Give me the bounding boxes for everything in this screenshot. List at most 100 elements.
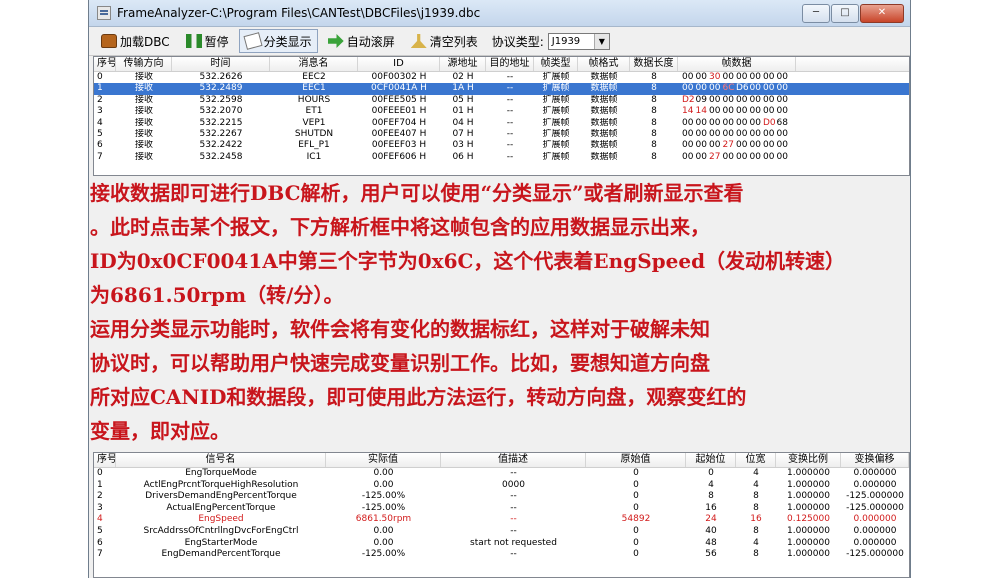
signal-row[interactable]: 6 EngStarterMode 0.00 start not requested 0 4… — [94, 538, 909, 550]
protocol-select[interactable]: J1939 ▼ — [547, 32, 610, 50]
data-byte: 00 — [763, 151, 775, 162]
classify-display-button[interactable]: 分类显示 — [238, 29, 318, 53]
data-byte: 00 — [709, 117, 721, 128]
frame-cell-dst: -- — [506, 117, 514, 128]
signal-cell-idx: 4 — [97, 514, 103, 525]
frame-col-header[interactable]: 帧数据 — [678, 57, 796, 71]
frame-cell-dst: -- — [506, 128, 514, 139]
signal-cell-idx: 7 — [97, 549, 103, 560]
close-button[interactable]: ✕ — [860, 3, 904, 23]
frame-cell-id: 0CF0041A H — [371, 83, 427, 94]
frame-col-header[interactable]: 传输方向 — [116, 57, 172, 71]
frame-cell-dst: -- — [506, 83, 514, 94]
auto-scroll-label: 自动滚屏 — [346, 34, 395, 49]
signal-row[interactable]: 5 SrcAddrssOfCntrllngDvcForEngCtrl 0.00 -- 0… — [94, 526, 909, 538]
frame-cell-id: 00FEE407 H — [371, 128, 427, 139]
signal-col-header[interactable]: 变换比例 — [776, 453, 841, 467]
frame-cell-fmt: 数据帧 — [590, 94, 618, 105]
frame-row[interactable]: 7 接收 532.2458 IC1 00FEF606 H 06 H -- 扩展帧 数据帧 8 00 0… — [94, 152, 909, 163]
data-byte: D6 — [736, 83, 749, 94]
frame-cell-src: 03 H — [452, 140, 474, 151]
data-byte: 14 — [682, 106, 694, 117]
frame-cell-len: 8 — [651, 83, 657, 94]
maximize-button[interactable]: □ — [831, 3, 859, 23]
frame-list[interactable]: 序号 传输方向 时间 消息名 ID 源地址 目的地址 帧类型 帧格式 数据长度 帧数据 0 接收 532… — [93, 56, 910, 176]
frame-col-header[interactable]: 数据长度 — [630, 57, 678, 71]
pause-icon — [185, 34, 202, 48]
frame-row[interactable]: 5 接收 532.2267 SHUTDN 00FEE407 H 07 H -- 扩展帧 数据帧 8… — [94, 129, 909, 140]
signal-col-header[interactable]: 位宽 — [736, 453, 776, 467]
frame-col-header[interactable]: 时间 — [172, 57, 270, 71]
signal-col-header[interactable]: 实际值 — [326, 453, 441, 467]
signal-col-header[interactable]: 起始位 — [686, 453, 736, 467]
signal-cell-desc: -- — [510, 525, 517, 536]
frame-col-header[interactable]: 消息名 — [270, 57, 358, 71]
frame-cell-type: 扩展帧 — [542, 106, 570, 117]
frame-row[interactable]: 3 接收 532.2070 ET1 00FEEE01 H 01 H -- 扩展帧 数据帧 8 14 1… — [94, 106, 909, 117]
frame-cell-data: 00 00 30 00 00 00 00 00 — [678, 72, 796, 83]
data-byte: 00 — [776, 140, 788, 151]
signal-col-header[interactable]: 变换偏移 — [841, 453, 909, 467]
signal-row[interactable]: 1 ActlEngPrcntTorqueHighResolution 0.00 000… — [94, 480, 909, 492]
frame-cell-idx: 5 — [97, 128, 103, 139]
signal-cell-name: EngStarterMode — [184, 537, 258, 548]
frame-cell-id: 00F00302 H — [371, 72, 427, 82]
load-dbc-label: 加载DBC — [120, 34, 170, 49]
frame-col-header[interactable]: 帧类型 — [534, 57, 578, 71]
frame-cell-dir: 接收 — [134, 140, 153, 151]
signal-cell-offset: -125.000000 — [846, 491, 904, 502]
signal-cell-scale: 1.000000 — [787, 491, 830, 502]
signal-row[interactable]: 0 EngTorqueMode 0.00 -- 0 0 4 1.000000 0.000000 — [94, 468, 909, 480]
frame-row[interactable]: 6 接收 532.2422 EFL_P1 00FEEF03 H 03 H -- 扩展帧 数据帧 8… — [94, 140, 909, 151]
data-byte: 00 — [722, 94, 734, 105]
signal-col-header[interactable]: 原始值 — [586, 453, 686, 467]
frame-cell-src: 1A H — [452, 83, 474, 94]
signal-cell-raw: 0 — [633, 502, 639, 513]
data-byte: 00 — [682, 72, 694, 82]
auto-scroll-button[interactable]: 自动滚屏 — [322, 29, 401, 53]
frame-row[interactable]: 2 接收 532.2598 HOURS 00FEE505 H 05 H -- 扩展帧 数据帧 8 D… — [94, 95, 909, 106]
data-byte: 00 — [763, 72, 775, 82]
signal-list[interactable]: 序号 信号名 实际值 值描述 原始值 起始位 位宽 变换比例 变换偏移 0 EngTorqueMo… — [93, 452, 910, 578]
signal-row[interactable]: 7 EngDemandPercentTorque -125.00% -- 0 56 8 1.0… — [94, 549, 909, 561]
data-byte: 00 — [709, 106, 721, 117]
data-byte: 00 — [682, 117, 694, 128]
minimize-button[interactable]: ─ — [802, 3, 830, 23]
signal-col-header[interactable]: 信号名 — [116, 453, 326, 467]
frame-col-header[interactable]: 目的地址 — [486, 57, 534, 71]
frame-col-header[interactable]: 帧格式 — [578, 57, 630, 71]
frame-row[interactable]: 1 接收 532.2489 EEC1 0CF0041A H 1A H -- 扩展帧 数据帧 8 00… — [94, 83, 909, 95]
frame-cell-data: 00 00 00 00 00 00 00 00 — [678, 129, 796, 140]
frame-row[interactable]: 4 接收 532.2215 VEP1 00FEF704 H 04 H -- 扩展帧 数据帧 8 00… — [94, 118, 909, 129]
signal-row[interactable]: 4 EngSpeed 6861.50rpm -- 54892 24 16 0.125000 0.… — [94, 514, 909, 526]
frame-cell-dir: 接收 — [134, 117, 153, 128]
data-byte: 00 — [695, 140, 707, 151]
load-dbc-button[interactable]: 加载DBC — [95, 29, 176, 53]
signal-row[interactable]: 3 ActualEngPercentTorque -125.00% -- 0 16 8 1.0… — [94, 503, 909, 515]
data-byte: 00 — [776, 72, 788, 82]
chevron-down-icon[interactable]: ▼ — [593, 33, 609, 49]
frame-col-header[interactable]: 源地址 — [440, 57, 486, 71]
signal-row[interactable]: 2 DriversDemandEngPercentTorque -125.00% --… — [94, 491, 909, 503]
signal-cell-scale: 1.000000 — [787, 479, 830, 490]
signal-cell-scale: 1.000000 — [787, 537, 830, 548]
signal-cell-start: 4 — [708, 479, 714, 490]
data-byte: 00 — [749, 128, 761, 139]
frame-cell-idx: 4 — [97, 117, 103, 128]
frame-cell-name: IC1 — [306, 151, 322, 162]
signal-col-header[interactable]: 值描述 — [441, 453, 586, 467]
signal-cell-value: 0.00 — [373, 479, 394, 490]
data-byte: 00 — [736, 72, 748, 82]
frame-col-header[interactable]: ID — [358, 57, 440, 71]
frame-cell-fmt: 数据帧 — [590, 72, 618, 82]
frame-cell-time: 532.2626 — [199, 72, 243, 82]
frame-cell-len: 8 — [651, 72, 657, 82]
frame-row[interactable]: 0 接收 532.2626 EEC2 00F00302 H 02 H -- 扩展帧 数据帧 8 00… — [94, 72, 909, 83]
signal-cell-idx: 5 — [97, 525, 103, 536]
frame-cell-fmt: 数据帧 — [590, 117, 618, 128]
clear-list-button[interactable]: 清空列表 — [405, 29, 484, 53]
frame-col-header[interactable]: 序号 — [94, 57, 116, 71]
pause-button[interactable]: 暂停 — [180, 29, 235, 53]
signal-col-header[interactable]: 序号 — [94, 453, 116, 467]
frame-cell-dst: -- — [506, 72, 514, 82]
